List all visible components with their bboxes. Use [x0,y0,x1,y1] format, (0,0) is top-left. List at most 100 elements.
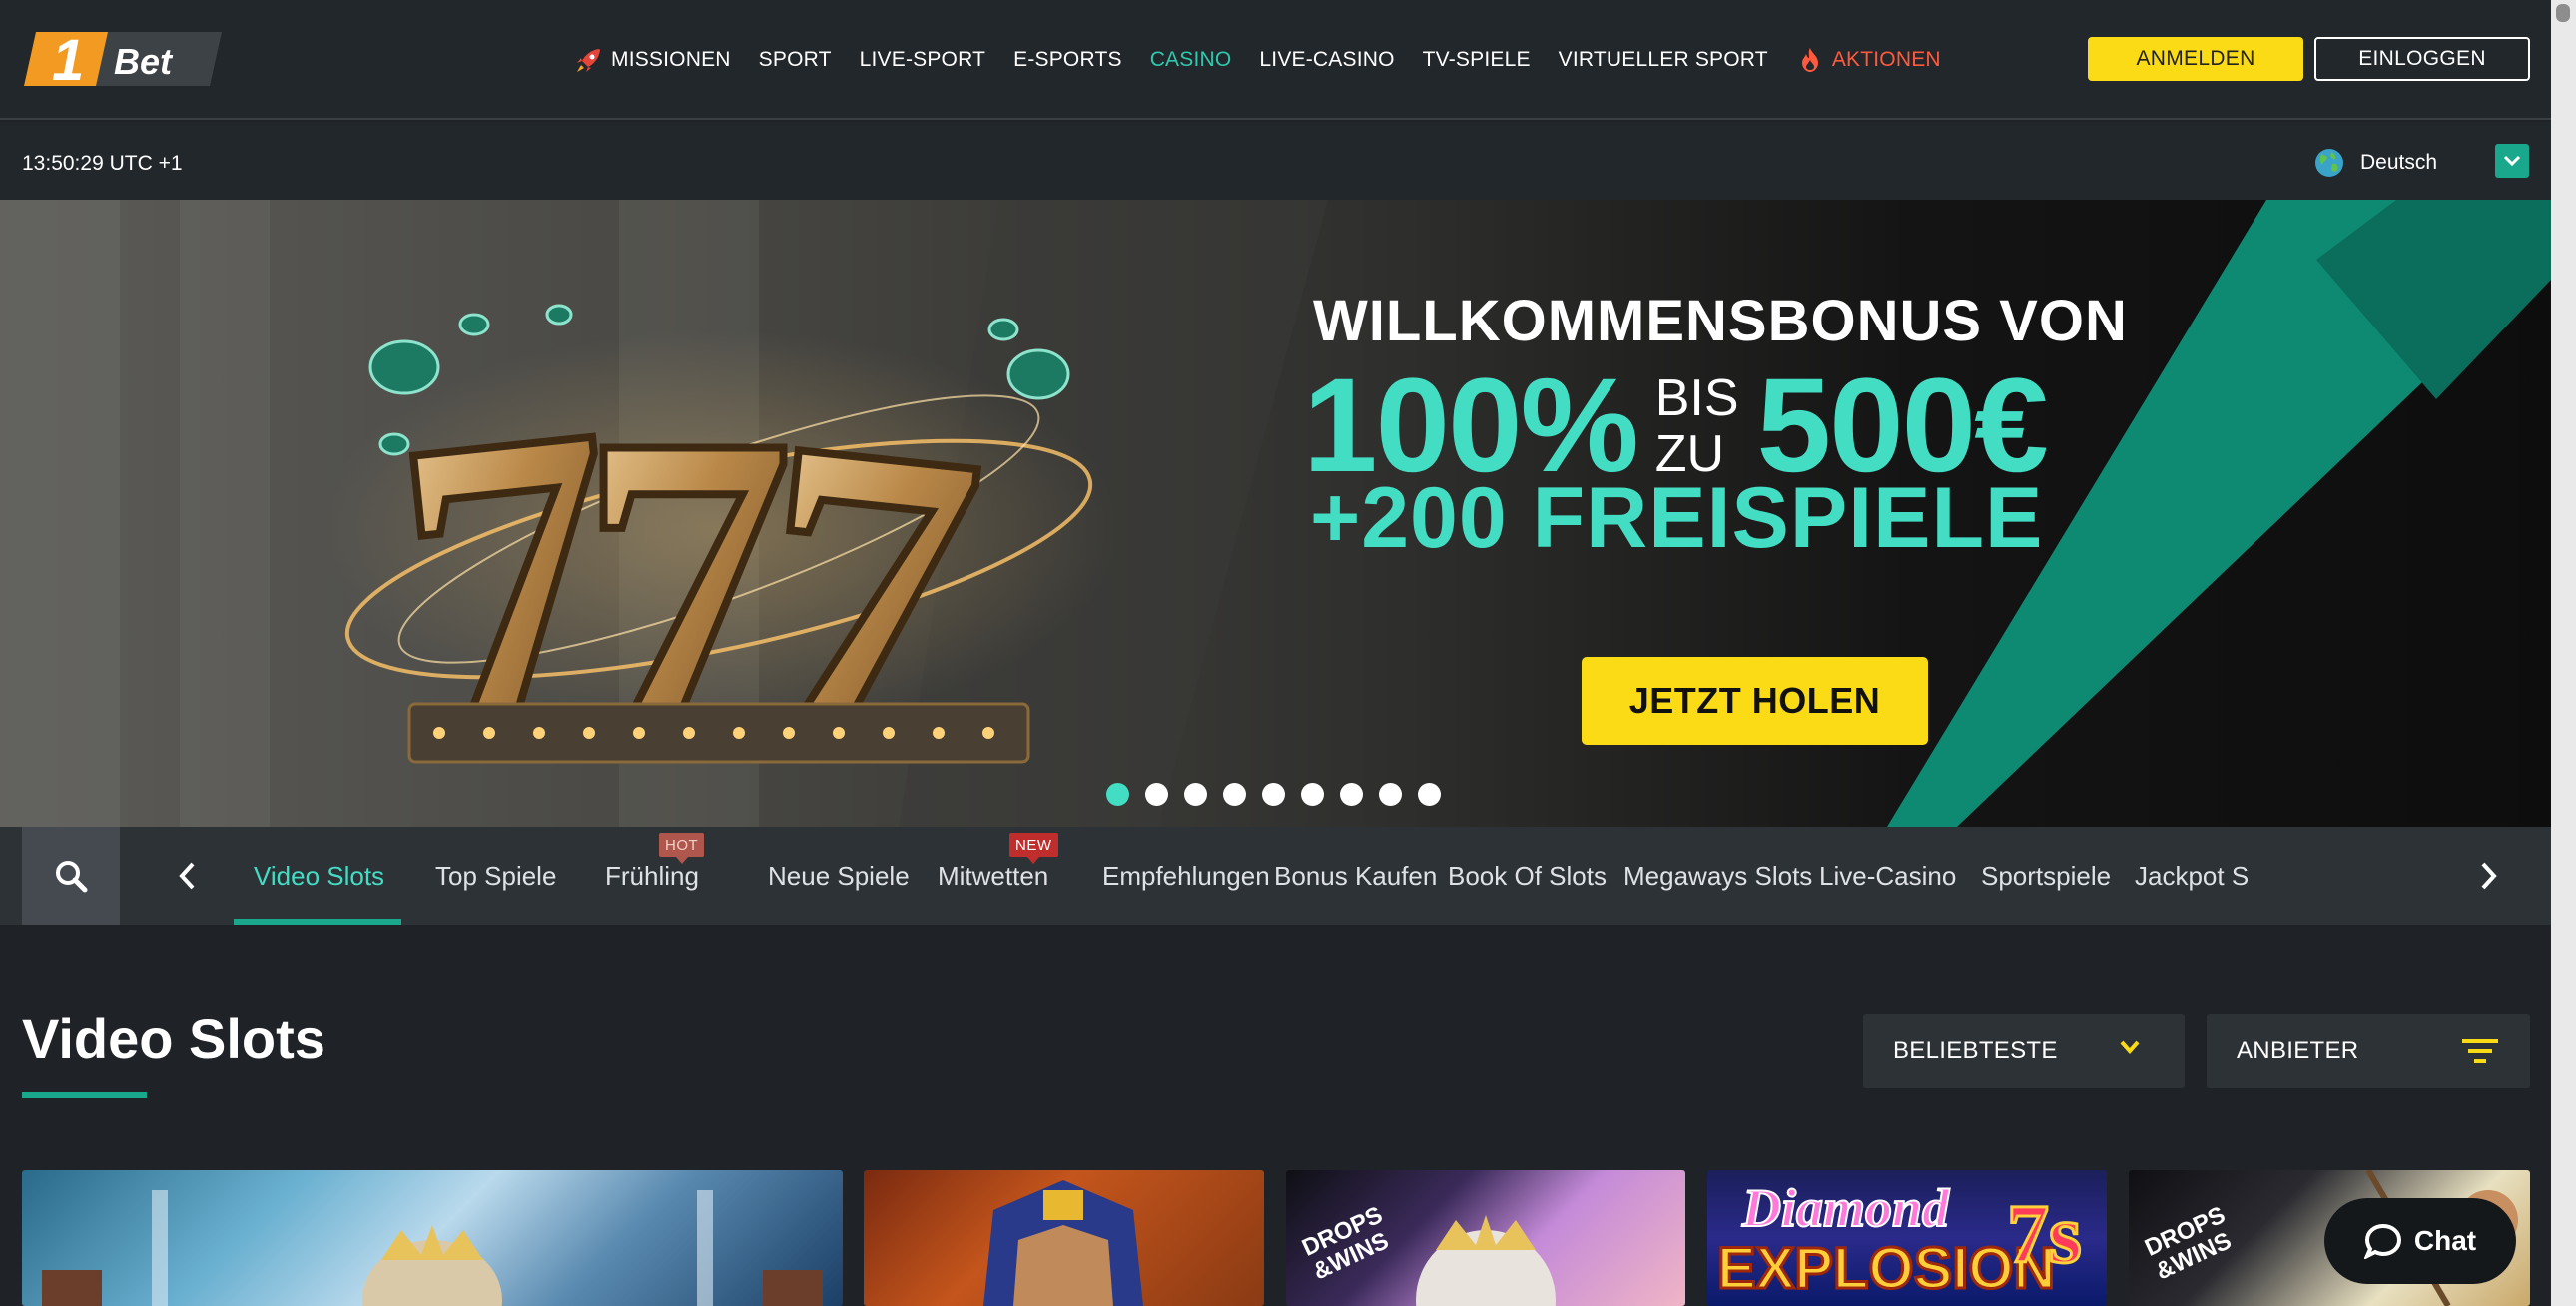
section-title: Video Slots [22,1007,325,1070]
nav-sport[interactable]: SPORT [759,40,832,80]
game-art [983,1180,1143,1306]
category-label: Empfehlungen [1102,860,1270,891]
nav-label: AKTIONEN [1831,48,1941,71]
category-badge: HOT [659,833,705,864]
carousel-dot[interactable] [1106,783,1129,806]
category-tab[interactable]: Top Spiele [435,827,556,925]
language-label: Deutsch [2360,151,2438,174]
chat-bubble-icon [2363,1223,2401,1259]
category-bar: Video Slots Top Spiele Frühling HOT Neue Spi… [0,827,2551,925]
sort-dropdown[interactable]: BELIEBTESTE [1863,1014,2185,1088]
game-art: Diamond EXPLOSION 7s [1716,1177,2084,1303]
top-bar: 1 Bet MISSIONEN SPORT LIVE-SPORT E-SPORT… [0,0,2551,120]
category-prev-button[interactable] [168,857,206,895]
chevron-down-icon [2503,155,2521,167]
category-tab[interactable]: Megaways Slots [1623,827,1812,925]
brand-logo[interactable]: 1 Bet [22,28,222,93]
category-label: Top Spiele [435,860,557,891]
category-tab[interactable]: Live-Casino [1819,827,1956,925]
rocket-icon [577,49,600,72]
scrollbar-thumb[interactable] [2556,4,2570,22]
nav-aktionen[interactable]: AKTIONEN [1796,40,1941,80]
flame-icon [1801,48,1818,72]
logo-digit: 1 [52,28,84,92]
clock: 13:50:29 UTC +1 [22,152,183,175]
search-icon [56,861,88,893]
chat-label: Chat [2413,1225,2477,1256]
category-tab[interactable]: Neue Spiele [768,827,910,925]
carousel-dot[interactable] [1184,783,1207,806]
category-label: Mitwetten [938,860,1049,891]
nav-live-sport[interactable]: LIVE-SPORT [860,40,985,80]
category-active-underline [234,919,401,925]
game-tile[interactable]: Diamond EXPLOSION 7s [1707,1170,2107,1306]
carousel-dot[interactable] [1379,783,1402,806]
nav-casino[interactable]: CASINO [1150,40,1232,80]
carousel-dots [1106,783,1441,806]
game-search-button[interactable] [22,827,120,925]
game-tile[interactable] [22,1170,843,1306]
game-tile[interactable]: DROPS &WINS [1286,1170,1685,1306]
login-button[interactable]: EINLOGGEN [2314,37,2530,81]
logo-icon: 1 Bet [24,28,222,93]
carousel-dot[interactable] [1340,783,1363,806]
casino-page: { "brand": {"logo_digit": "1", "logo_tex… [0,0,2576,1306]
category-tab[interactable]: Bonus Kaufen [1274,827,1437,925]
carousel-dot[interactable] [1262,783,1285,806]
category-tab[interactable]: Frühling HOT [605,827,705,925]
category-next-button[interactable] [2470,857,2508,895]
chat-button[interactable]: Chat [2324,1198,2516,1284]
nav-missionen[interactable]: MISSIONEN [575,40,731,80]
carousel-dot[interactable] [1301,783,1324,806]
category-label: Bonus Kaufen [1274,860,1438,891]
language-selector[interactable]: Deutsch [2314,148,2437,178]
category-label: Sportspiele [1981,860,2112,891]
game-art [42,1190,823,1306]
nav-virtueller-sport[interactable]: VIRTUELLER SPORT [1559,40,1768,80]
nav-e-sports[interactable]: E-SPORTS [1013,40,1122,80]
banner-bis-zu: BIS ZU [1655,370,1739,482]
game-art: DROPS &WINS [1298,1201,1556,1306]
category-tab[interactable]: Book Of Slots [1448,827,1607,925]
nav-label: SPORT [758,48,832,71]
carousel-dot[interactable] [1145,783,1168,806]
carousel-dot[interactable] [1223,783,1246,806]
nav-label: LIVE-SPORT [859,48,986,71]
category-label: Jackpot S [2135,860,2250,891]
category-label: Frühling [605,860,699,891]
nav-tv-spiele[interactable]: TV-SPIELE [1423,40,1531,80]
sub-bar: 13:50:29 UTC +1 Deutsch [0,122,2551,200]
tile-title-3: 7s [2007,1188,2082,1281]
category-label: Video Slots [254,860,385,891]
nav-label: TV-SPIELE [1422,48,1531,71]
tile-title-1: Diamond [1741,1178,1950,1238]
provider-filter[interactable]: ANBIETER [2207,1014,2530,1088]
game-tile[interactable] [864,1170,1264,1306]
carousel-dot[interactable] [1418,783,1441,806]
banner-art: 7 7 7 [0,200,2551,827]
chevron-right-icon [2481,862,2497,890]
nav-label: VIRTUELLER SPORT [1558,48,1768,71]
category-tab[interactable]: Jackpot S [2135,827,2249,925]
category-badge: NEW [1009,833,1058,864]
provider-label: ANBIETER [2237,1037,2359,1064]
nav-live-casino[interactable]: LIVE-CASINO [1259,40,1394,80]
tile-title-2: EXPLOSION [1717,1236,2055,1301]
category-tab[interactable]: Empfehlungen [1102,827,1270,925]
banner-cta-button[interactable]: JETZT HOLEN [1582,657,1928,745]
category-label: Live-Casino [1819,860,1957,891]
nav-label: MISSIONEN [611,48,731,71]
page-scrollbar[interactable] [2551,0,2576,1306]
register-button[interactable]: ANMELDEN [2088,37,2303,81]
category-tab[interactable]: Mitwetten NEW [938,827,1058,925]
language-dropdown-button[interactable] [2495,144,2529,178]
section-title-underline [22,1092,147,1098]
promo-banner[interactable]: 7 7 7 WILLKOMMENSBONUS VON 100% BIS ZU 5… [0,200,2551,827]
category-tab[interactable]: Sportspiele [1981,827,2111,925]
sort-label: BELIEBTESTE [1893,1037,2058,1064]
category-tab[interactable]: Video Slots [254,827,384,925]
category-list: Video Slots Top Spiele Frühling HOT Neue Spi… [234,827,2440,925]
category-label: Neue Spiele [768,860,910,891]
globe-icon [2315,149,2343,177]
banner-bis: BIS [1654,368,1739,427]
